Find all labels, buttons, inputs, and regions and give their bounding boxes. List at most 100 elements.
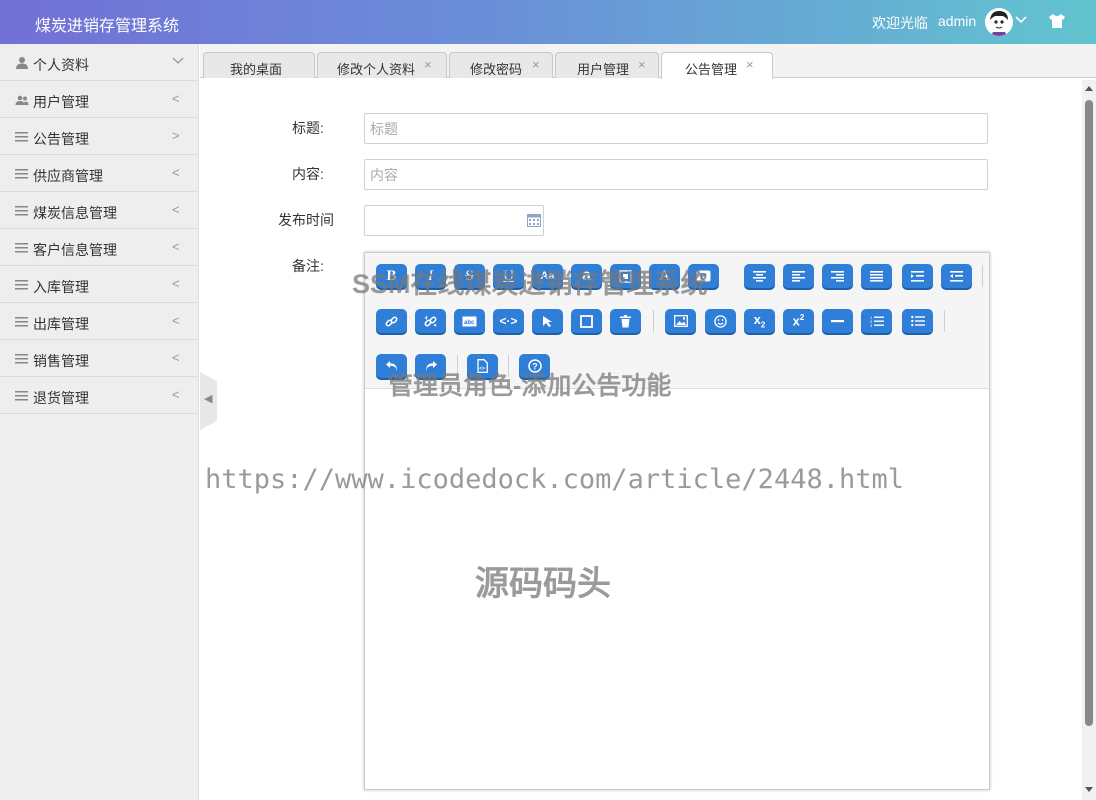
italic-icon[interactable]: I	[415, 264, 446, 288]
tab-label: 我的桌面	[230, 62, 283, 77]
sidebar: 个人资料 用户管理 < 公告管理 > 供应商管理 < 煤炭信息管理 < 客户信息…	[0, 44, 199, 800]
tab-announcements[interactable]: 公告管理 ×	[661, 52, 773, 79]
scroll-down-arrow-icon[interactable]	[1085, 787, 1093, 792]
chevron-down-icon[interactable]	[1014, 12, 1028, 29]
chevron-left-icon: <	[172, 276, 180, 291]
remark-label: 备注:	[292, 258, 324, 274]
template-icon[interactable]: <>	[467, 354, 498, 378]
align-center-icon[interactable]	[744, 264, 775, 288]
close-icon[interactable]: ×	[746, 57, 754, 72]
strikethrough-icon[interactable]: S	[454, 264, 485, 288]
chevron-left-icon: <	[172, 165, 180, 180]
insert-code-icon[interactable]	[610, 264, 641, 288]
justify-icon[interactable]	[861, 264, 892, 288]
sidebar-item-returns[interactable]: 退货管理 <	[0, 377, 198, 414]
bold-icon[interactable]: B	[376, 264, 407, 288]
menu-lines-icon	[15, 241, 29, 255]
unordered-list-icon[interactable]	[902, 309, 933, 333]
font-size-icon[interactable]: Aa	[532, 264, 563, 288]
tab-change-password[interactable]: 修改密码 ×	[449, 52, 553, 78]
superscript-icon[interactable]: x2	[783, 309, 814, 333]
sidebar-item-stock-out[interactable]: 出库管理 <	[0, 303, 198, 340]
tab-label: 用户管理	[577, 62, 630, 77]
toolbar-separator	[944, 310, 945, 332]
sidebar-item-profile[interactable]: 个人资料	[0, 44, 198, 81]
clear-trash-icon[interactable]	[610, 309, 641, 333]
image-icon[interactable]	[665, 309, 696, 333]
chevron-left-icon: <	[172, 202, 180, 217]
sidebar-item-coal-info[interactable]: 煤炭信息管理 <	[0, 192, 198, 229]
emoji-icon[interactable]	[705, 309, 736, 333]
tab-edit-profile[interactable]: 修改个人资料 ×	[317, 52, 447, 78]
svg-text:?: ?	[532, 362, 538, 372]
toolbar-separator	[982, 265, 983, 287]
title-input[interactable]	[364, 113, 988, 144]
undo-icon[interactable]	[376, 354, 407, 378]
font-color-icon[interactable]: A	[649, 264, 680, 288]
sidebar-item-users[interactable]: 用户管理 <	[0, 81, 198, 118]
font-family-icon[interactable]: a	[571, 264, 602, 288]
anchor-icon[interactable]: abc	[454, 309, 485, 333]
sidebar-item-label: 入库管理	[33, 279, 89, 295]
top-header: 煤炭进销存管理系统 欢迎光临 admin	[0, 0, 1096, 44]
editor-toolbar: B I S U Aa a A B abc <·> x2 x2 1 2 3 <> …	[365, 253, 989, 389]
redo-icon[interactable]	[415, 354, 446, 378]
subscript-icon[interactable]: x2	[744, 309, 775, 333]
link-icon[interactable]	[376, 309, 407, 333]
ordered-list-icon[interactable]: 123	[861, 309, 892, 333]
page-scrollbar[interactable]	[1082, 80, 1096, 800]
sidebar-item-suppliers[interactable]: 供应商管理 <	[0, 155, 198, 192]
close-icon[interactable]: ×	[424, 57, 432, 72]
svg-text:3: 3	[870, 323, 873, 327]
close-icon[interactable]: ×	[532, 57, 540, 72]
sidebar-item-label: 个人资料	[33, 57, 89, 73]
html-source-icon[interactable]: <·>	[493, 309, 524, 333]
sidebar-item-label: 客户信息管理	[33, 242, 117, 258]
editor-body[interactable]	[365, 389, 989, 789]
tab-label: 修改个人资料	[337, 62, 416, 77]
tab-user-management[interactable]: 用户管理 ×	[555, 52, 659, 78]
sidebar-item-label: 退货管理	[33, 390, 89, 406]
welcome-text: 欢迎光临	[872, 15, 928, 31]
title-label: 标题:	[292, 120, 324, 136]
theme-shirt-icon[interactable]	[1048, 13, 1066, 32]
svg-text:abc: abc	[464, 320, 475, 326]
sidebar-item-customers[interactable]: 客户信息管理 <	[0, 229, 198, 266]
menu-lines-icon	[15, 167, 29, 181]
user-icon	[15, 56, 29, 70]
close-icon[interactable]: ×	[638, 57, 646, 72]
align-right-icon[interactable]	[822, 264, 853, 288]
chevron-left-icon: <	[172, 91, 180, 106]
menu-lines-icon	[15, 389, 29, 403]
sidebar-item-sales[interactable]: 销售管理 <	[0, 340, 198, 377]
users-icon	[15, 93, 29, 107]
scrollbar-thumb[interactable]	[1085, 100, 1093, 726]
menu-lines-icon	[15, 315, 29, 329]
horizontal-rule-icon[interactable]	[822, 309, 853, 333]
outdent-icon[interactable]	[941, 264, 972, 288]
select-cursor-icon[interactable]	[532, 309, 563, 333]
tab-desktop[interactable]: 我的桌面	[203, 52, 315, 78]
help-icon[interactable]: ?	[519, 354, 550, 378]
align-left-icon[interactable]	[783, 264, 814, 288]
username-link[interactable]: admin	[938, 13, 976, 29]
background-color-icon[interactable]: B	[688, 264, 719, 288]
sidebar-item-label: 供应商管理	[33, 168, 103, 184]
table-icon[interactable]	[571, 309, 602, 333]
calendar-icon[interactable]	[527, 213, 541, 230]
indent-icon[interactable]	[902, 264, 933, 288]
tab-label: 修改密码	[470, 62, 523, 77]
sidebar-item-stock-in[interactable]: 入库管理 <	[0, 266, 198, 303]
rich-text-editor[interactable]: B I S U Aa a A B abc <·> x2 x2 1 2 3 <> …	[364, 252, 990, 790]
publish-time-input[interactable]	[364, 205, 544, 236]
content-input[interactable]	[364, 159, 988, 190]
menu-lines-icon	[15, 204, 29, 218]
avatar[interactable]	[985, 8, 1013, 36]
underline-icon[interactable]: U	[493, 264, 524, 288]
sidebar-collapse-handle[interactable]: ◀	[200, 372, 217, 430]
scroll-up-arrow-icon[interactable]	[1085, 86, 1093, 91]
sidebar-item-announcements[interactable]: 公告管理 >	[0, 118, 198, 155]
chevron-down-icon	[172, 54, 184, 69]
unlink-icon[interactable]	[415, 309, 446, 333]
menu-lines-icon	[15, 130, 29, 144]
